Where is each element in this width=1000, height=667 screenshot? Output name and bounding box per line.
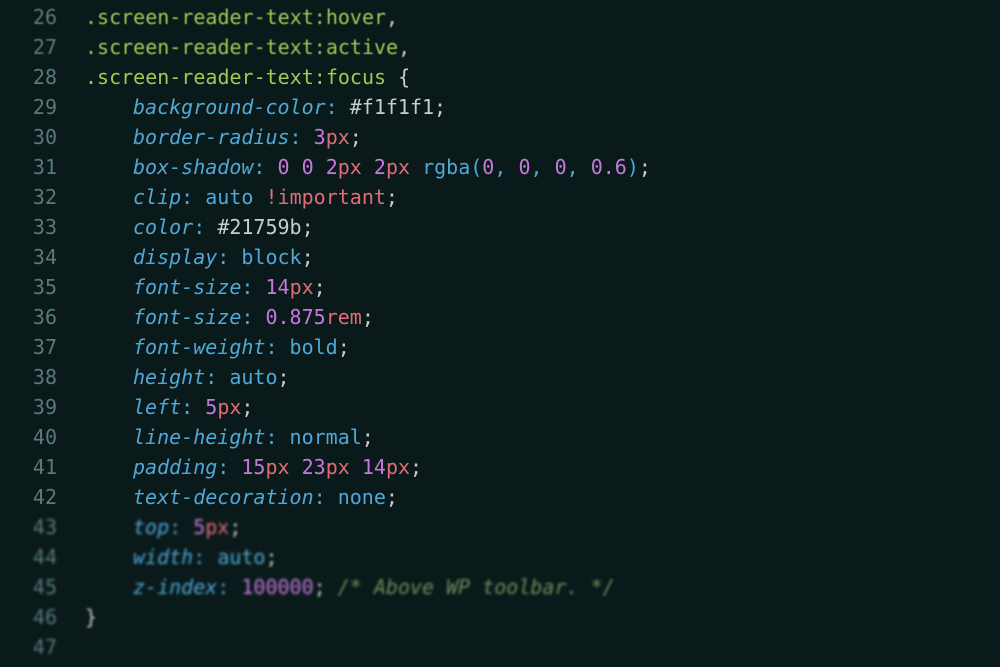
- code-content: width: auto;: [85, 542, 278, 572]
- code-content: border-radius: 3px;: [85, 122, 362, 152]
- line-number: 43: [0, 512, 85, 542]
- code-content: padding: 15px 23px 14px;: [85, 452, 422, 482]
- line-number: 38: [0, 362, 85, 392]
- code-editor[interactable]: 26.screen-reader-text:hover,27.screen-re…: [0, 2, 1000, 662]
- code-line[interactable]: 46}: [0, 602, 1000, 632]
- code-content: font-size: 14px;: [85, 272, 326, 302]
- line-number: 47: [0, 632, 85, 662]
- code-line[interactable]: 40line-height: normal;: [0, 422, 1000, 452]
- line-number: 45: [0, 572, 85, 602]
- code-content: font-size: 0.875rem;: [85, 302, 374, 332]
- line-number: 44: [0, 542, 85, 572]
- code-line[interactable]: 43top: 5px;: [0, 512, 1000, 542]
- code-content: box-shadow: 0 0 2px 2px rgba(0, 0, 0, 0.…: [85, 152, 651, 182]
- line-number: 34: [0, 242, 85, 272]
- line-number: 31: [0, 152, 85, 182]
- code-content: left: 5px;: [85, 392, 253, 422]
- line-number: 36: [0, 302, 85, 332]
- code-content: top: 5px;: [85, 512, 241, 542]
- line-number: 39: [0, 392, 85, 422]
- code-line[interactable]: 45z-index: 100000; /* Above WP toolbar. …: [0, 572, 1000, 602]
- code-line[interactable]: 29background-color: #f1f1f1;: [0, 92, 1000, 122]
- code-line[interactable]: 44width: auto;: [0, 542, 1000, 572]
- line-number: 28: [0, 62, 85, 92]
- code-line[interactable]: 38height: auto;: [0, 362, 1000, 392]
- line-number: 37: [0, 332, 85, 362]
- code-line[interactable]: 35font-size: 14px;: [0, 272, 1000, 302]
- code-line[interactable]: 32clip: auto !important;: [0, 182, 1000, 212]
- line-number: 35: [0, 272, 85, 302]
- code-line[interactable]: 27.screen-reader-text:active,: [0, 32, 1000, 62]
- line-number: 46: [0, 602, 85, 632]
- code-content: text-decoration: none;: [85, 482, 398, 512]
- code-line[interactable]: 41padding: 15px 23px 14px;: [0, 452, 1000, 482]
- code-line[interactable]: 42text-decoration: none;: [0, 482, 1000, 512]
- code-content: .screen-reader-text:focus {: [85, 62, 410, 92]
- line-number: 27: [0, 32, 85, 62]
- code-line[interactable]: 37font-weight: bold;: [0, 332, 1000, 362]
- code-line[interactable]: 36font-size: 0.875rem;: [0, 302, 1000, 332]
- code-line[interactable]: 28.screen-reader-text:focus {: [0, 62, 1000, 92]
- code-content: color: #21759b;: [85, 212, 314, 242]
- code-line[interactable]: 26.screen-reader-text:hover,: [0, 2, 1000, 32]
- code-content: .screen-reader-text:hover,: [85, 2, 398, 32]
- code-content: z-index: 100000; /* Above WP toolbar. */: [85, 572, 615, 602]
- code-line[interactable]: 34display: block;: [0, 242, 1000, 272]
- code-line[interactable]: 31box-shadow: 0 0 2px 2px rgba(0, 0, 0, …: [0, 152, 1000, 182]
- code-line[interactable]: 39left: 5px;: [0, 392, 1000, 422]
- code-content: display: block;: [85, 242, 314, 272]
- code-content: }: [85, 602, 97, 632]
- code-line[interactable]: 33color: #21759b;: [0, 212, 1000, 242]
- line-number: 42: [0, 482, 85, 512]
- code-line[interactable]: 30border-radius: 3px;: [0, 122, 1000, 152]
- line-number: 29: [0, 92, 85, 122]
- code-line[interactable]: 47: [0, 632, 1000, 662]
- code-content: clip: auto !important;: [85, 182, 398, 212]
- line-number: 41: [0, 452, 85, 482]
- code-content: .screen-reader-text:active,: [85, 32, 410, 62]
- code-content: line-height: normal;: [85, 422, 374, 452]
- line-number: 33: [0, 212, 85, 242]
- line-number: 30: [0, 122, 85, 152]
- line-number: 40: [0, 422, 85, 452]
- code-content: background-color: #f1f1f1;: [85, 92, 446, 122]
- code-content: height: auto;: [85, 362, 290, 392]
- code-content: font-weight: bold;: [85, 332, 350, 362]
- line-number: 26: [0, 2, 85, 32]
- line-number: 32: [0, 182, 85, 212]
